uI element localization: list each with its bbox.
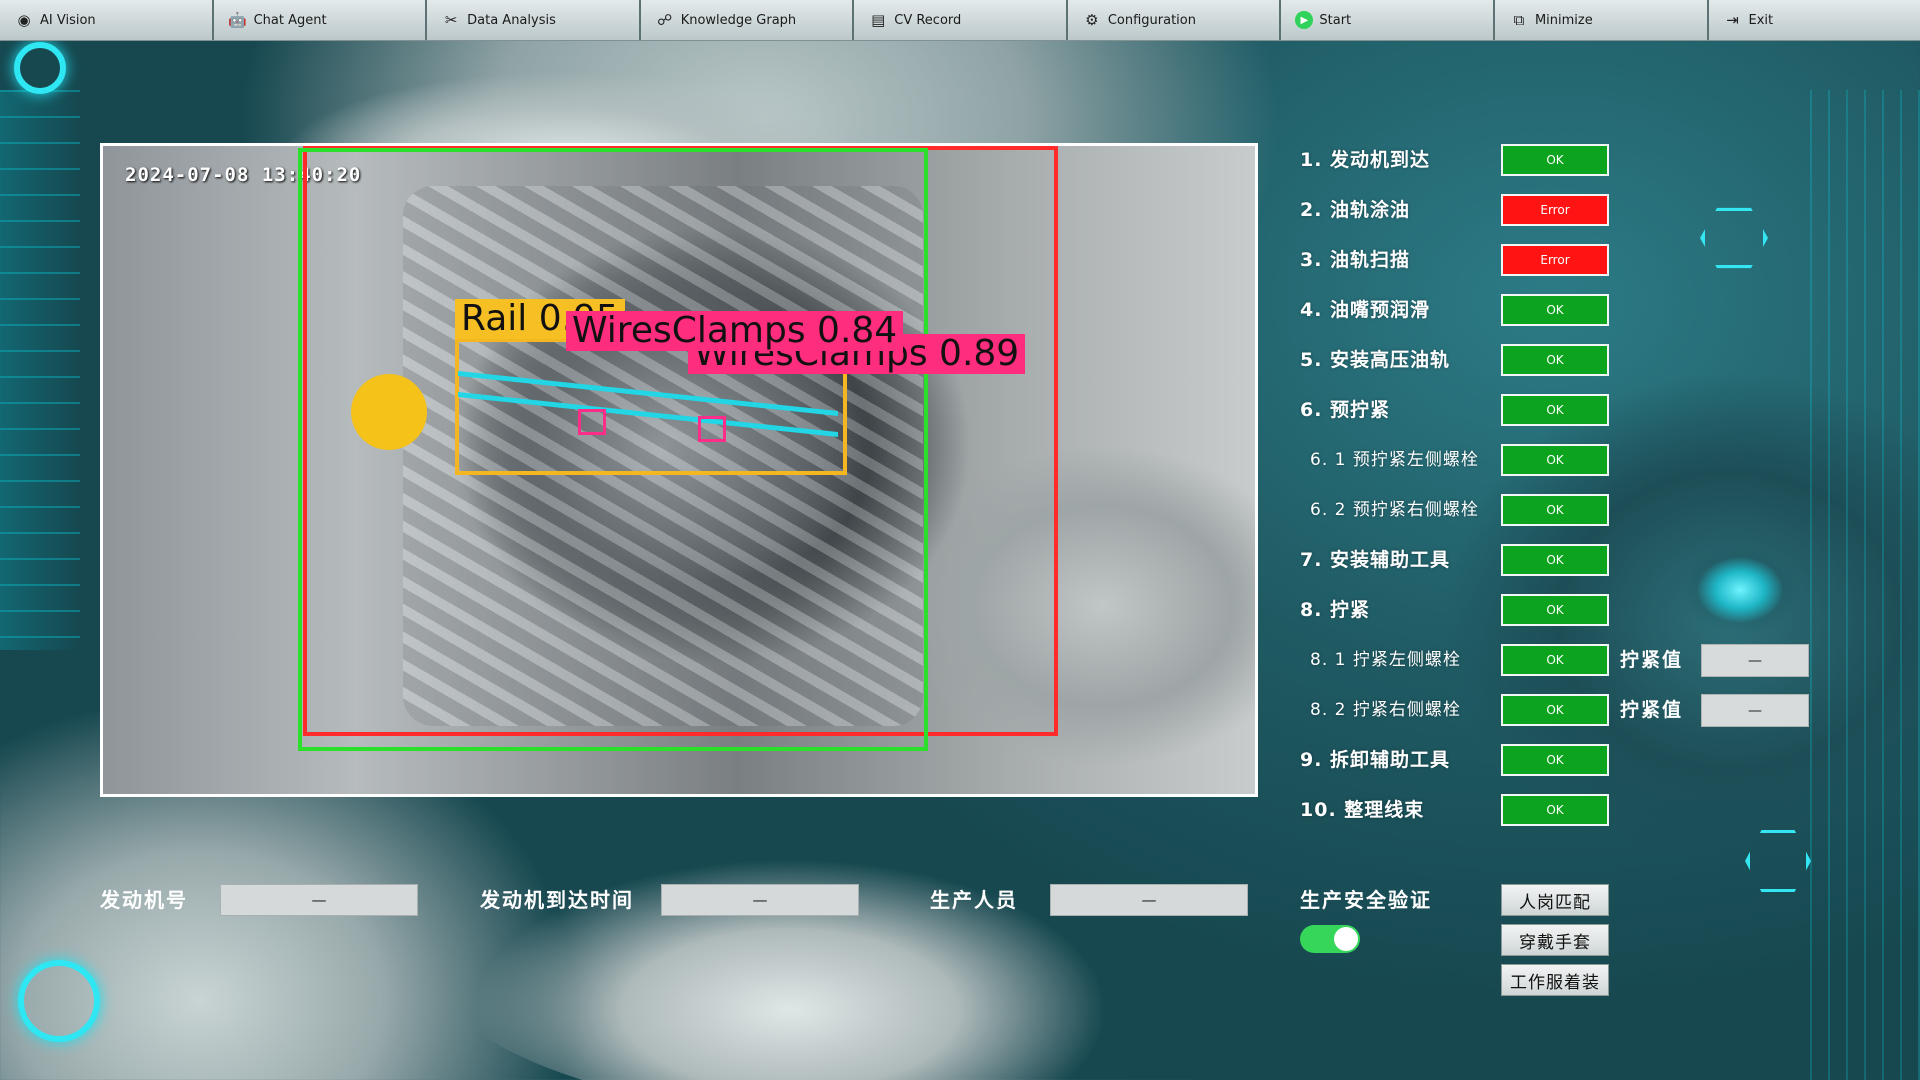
play-icon: ▶ — [1295, 11, 1314, 29]
engine-number-field[interactable]: — — [220, 884, 418, 916]
step-status-button[interactable]: OK — [1501, 144, 1609, 176]
step-label: 4. 油嘴预润滑 — [1300, 299, 1431, 321]
robot-icon: 🤖 — [228, 11, 247, 29]
post-matching-button[interactable]: 人岗匹配 — [1501, 884, 1609, 916]
torque-label: 拧紧值 — [1620, 699, 1684, 721]
safety-verification-label: 生产安全验证 — [1300, 888, 1432, 912]
arrival-time-field[interactable]: — — [661, 884, 859, 916]
step-status-button[interactable]: OK — [1501, 694, 1609, 726]
circuit-decoration-right — [1810, 90, 1920, 1080]
step-label: 6. 1 预拧紧左侧螺栓 — [1310, 450, 1479, 470]
nav-cv-record-button[interactable]: ▤ CV Record — [854, 0, 1068, 40]
torque-label: 拧紧值 — [1620, 649, 1684, 671]
step-label: 2. 油轨涂油 — [1300, 199, 1411, 221]
step-label: 8. 2 拧紧右侧螺栓 — [1310, 700, 1461, 720]
step-status-button[interactable]: OK — [1501, 294, 1609, 326]
step-label: 6. 2 预拧紧右侧螺栓 — [1310, 500, 1479, 520]
minimize-icon: ⧉ — [1513, 11, 1525, 29]
torque-value-field[interactable]: — — [1701, 694, 1809, 727]
top-navigation-bar: ◉ AI Vision 🤖 Chat Agent ✂ Data Analysis… — [0, 0, 1920, 41]
arrival-time-label: 发动机到达时间 — [480, 888, 634, 912]
step-status-button[interactable]: OK — [1501, 444, 1609, 476]
nav-label: Start — [1319, 12, 1352, 28]
ring-decoration — [14, 42, 66, 94]
step-status-button[interactable]: OK — [1501, 594, 1609, 626]
nav-label: Configuration — [1107, 12, 1196, 28]
step-status-button[interactable]: Error — [1501, 244, 1609, 276]
detection-label-wiresclamps: WiresClamps 0.84 — [566, 311, 904, 351]
nav-label: Exit — [1748, 12, 1774, 28]
hexagon-decoration — [1745, 829, 1811, 893]
safety-verification-toggle[interactable] — [1300, 925, 1360, 953]
step-label: 8. 1 拧紧左侧螺栓 — [1310, 650, 1461, 670]
nav-knowledge-graph-button[interactable]: ☍ Knowledge Graph — [640, 0, 855, 40]
circuit-decoration-left — [0, 90, 80, 650]
toggle-knob — [1334, 927, 1358, 951]
step-status-button[interactable]: Error — [1501, 194, 1609, 226]
step-label: 10. 整理线束 — [1300, 799, 1425, 821]
step-label: 7. 安装辅助工具 — [1300, 549, 1451, 571]
engine-number-label: 发动机号 — [100, 888, 188, 912]
detection-box-clamp — [698, 416, 726, 442]
robot-arm-background — [430, 800, 1330, 1080]
graph-icon: ☍ — [657, 11, 673, 29]
torque-value-field[interactable]: — — [1701, 644, 1809, 677]
nav-configuration-button[interactable]: ⚙ Configuration — [1067, 0, 1282, 40]
step-status-button[interactable]: OK — [1501, 344, 1609, 376]
step-status-button[interactable]: OK — [1501, 794, 1609, 826]
nav-label: Data Analysis — [467, 12, 556, 28]
step-status-button[interactable]: OK — [1501, 494, 1609, 526]
step-status-button[interactable]: OK — [1501, 394, 1609, 426]
nav-chat-agent-button[interactable]: 🤖 Chat Agent — [213, 0, 428, 40]
nav-label: Minimize — [1534, 12, 1593, 28]
exit-icon: ⇥ — [1726, 11, 1739, 29]
nav-data-analysis-button[interactable]: ✂ Data Analysis — [427, 0, 641, 40]
nav-minimize-button[interactable]: ⧉ Minimize — [1494, 0, 1709, 40]
step-label: 3. 油轨扫描 — [1300, 249, 1411, 271]
step-label: 1. 发动机到达 — [1300, 149, 1431, 171]
nav-label: AI Vision — [40, 12, 96, 28]
step-status-button[interactable]: OK — [1501, 744, 1609, 776]
nav-label: CV Record — [894, 12, 962, 28]
step-label: 8. 拧紧 — [1300, 599, 1371, 621]
nav-label: Knowledge Graph — [680, 12, 797, 28]
step-label: 9. 拆卸辅助工具 — [1300, 749, 1451, 771]
operator-label: 生产人员 — [930, 888, 1018, 912]
nav-label: Chat Agent — [253, 12, 327, 28]
step-status-button[interactable]: OK — [1501, 544, 1609, 576]
nav-start-button[interactable]: ▶ Start — [1281, 0, 1495, 40]
camera-feed: 2024-07-08 13:40:20 Rail 0.95 WiresClamp… — [100, 143, 1258, 797]
step-status-button[interactable]: OK — [1501, 644, 1609, 676]
database-icon: ▤ — [871, 11, 886, 29]
step-label: 5. 安装高压油轨 — [1300, 349, 1451, 371]
eye-icon: ◉ — [17, 11, 31, 29]
wear-gloves-button[interactable]: 穿戴手套 — [1501, 924, 1609, 956]
operator-field[interactable]: — — [1050, 884, 1248, 916]
workwear-button[interactable]: 工作服着装 — [1501, 964, 1609, 996]
nav-exit-button[interactable]: ⇥ Exit — [1708, 0, 1920, 40]
detection-box-clamp — [578, 409, 606, 435]
ring-decoration — [18, 960, 100, 1042]
step-label: 6. 预拧紧 — [1300, 399, 1391, 421]
tools-icon: ✂ — [444, 11, 458, 29]
hexagon-decoration — [1700, 207, 1768, 269]
nav-ai-vision-button[interactable]: ◉ AI Vision — [0, 0, 214, 40]
gear-icon: ⚙ — [1085, 11, 1099, 29]
